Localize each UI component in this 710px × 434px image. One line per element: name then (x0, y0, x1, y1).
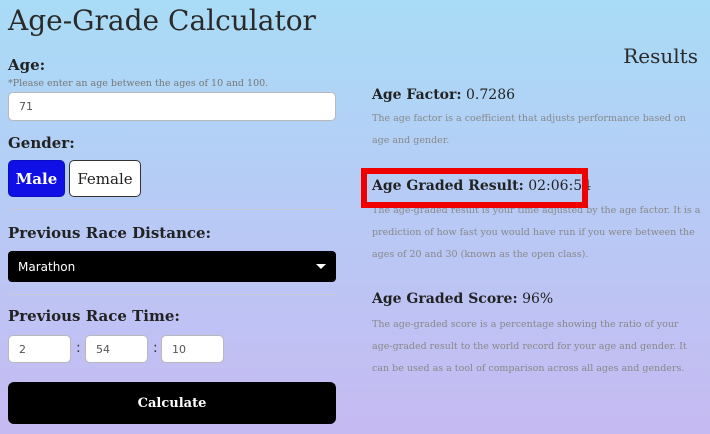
time-minutes-input[interactable]: 54 (85, 335, 148, 363)
time-seconds-input[interactable]: 10 (161, 335, 224, 363)
distance-label: Previous Race Distance: (8, 224, 212, 242)
age-graded-score-label: Age Graded Score: (372, 291, 518, 307)
time-separator: : (153, 340, 158, 356)
age-factor-label: Age Factor: (372, 87, 462, 103)
caret-down-icon (316, 264, 326, 269)
gender-male-button[interactable]: Male (8, 160, 65, 197)
age-graded-score-heading: Age Graded Score: 96% (372, 291, 553, 307)
divider (8, 294, 336, 295)
age-hint: *Please enter an age between the ages of… (8, 78, 269, 89)
age-factor-description: The age factor is a coefficient that adj… (372, 113, 686, 146)
age-graded-result-description: The age-graded result is your time adjus… (372, 205, 701, 260)
age-label: Age: (8, 56, 46, 74)
age-graded-score-description: The age-graded score is a percentage sho… (372, 319, 687, 374)
calculate-button[interactable]: Calculate (8, 382, 336, 424)
age-graded-score-value: 96% (522, 291, 554, 307)
age-input[interactable]: 71 (8, 92, 336, 121)
age-factor-value: 0.7286 (466, 87, 516, 103)
time-hours-input[interactable]: 2 (8, 335, 71, 363)
results-title: Results (623, 44, 698, 68)
gender-label: Gender: (8, 134, 75, 152)
page-title: Age-Grade Calculator (8, 4, 316, 37)
time-label: Previous Race Time: (8, 307, 180, 325)
highlight-box (361, 168, 588, 208)
gender-female-button[interactable]: Female (69, 160, 141, 197)
distance-selected-value: Marathon (18, 259, 76, 274)
distance-select[interactable]: Marathon (8, 251, 336, 282)
divider (8, 209, 336, 210)
age-factor-heading: Age Factor: 0.7286 (372, 87, 515, 103)
time-separator: : (76, 340, 81, 356)
